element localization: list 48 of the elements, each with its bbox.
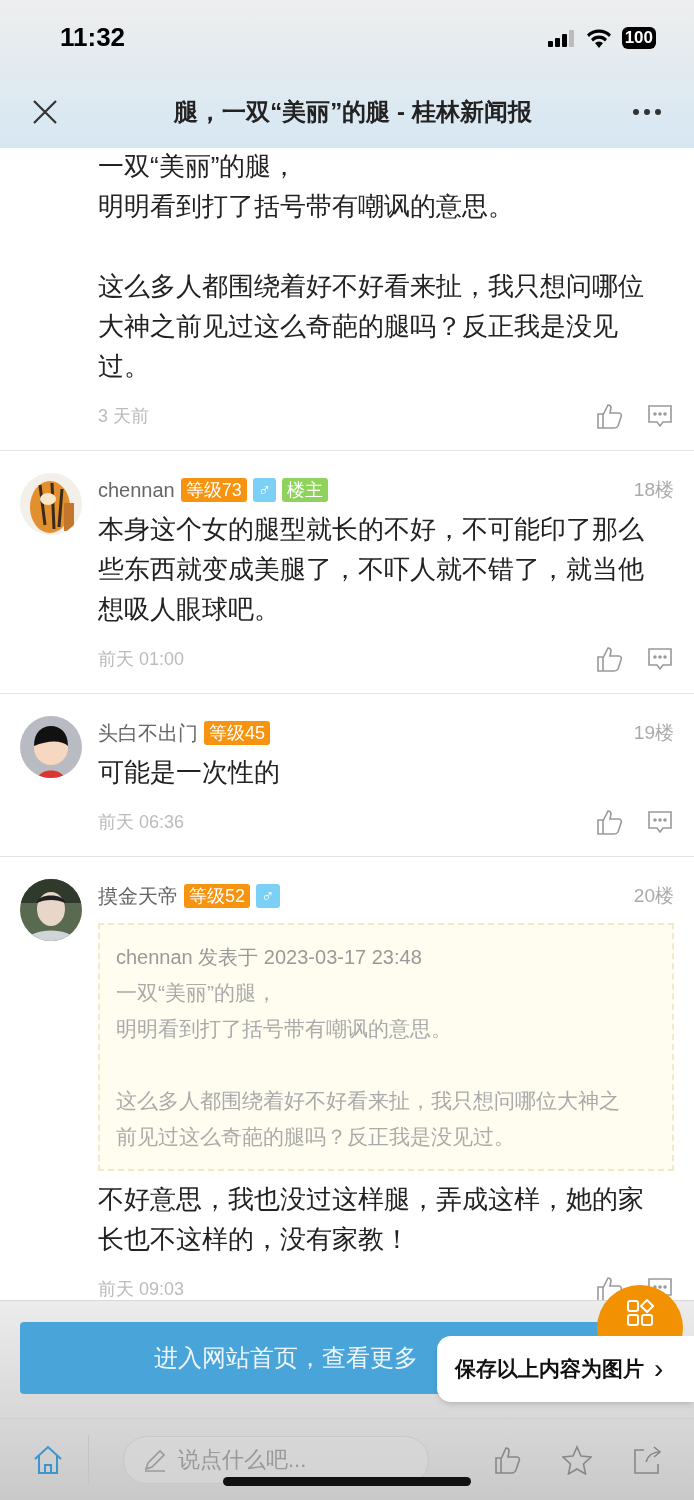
post-time: 前天 06:36: [98, 810, 185, 834]
battery-indicator: 100: [621, 26, 656, 49]
thumbs-up-icon[interactable]: [596, 402, 624, 430]
signal-icon: [547, 28, 576, 47]
author-name[interactable]: 头白不出门: [98, 718, 198, 748]
comment-text: 一双“美丽”的腿，: [98, 150, 299, 183]
save-as-image-popup[interactable]: 保存以上内容为图片 ›: [437, 1336, 694, 1402]
comment-text: 可能是一次性的: [98, 756, 281, 789]
floor-number: 18楼: [633, 477, 674, 502]
thumbs-up-icon[interactable]: [596, 645, 624, 673]
floor-number: 19楼: [633, 720, 674, 745]
comment-text: 明明看到打了括号带有嘲讽的意思。: [98, 190, 515, 223]
post-time: 前天 01:00: [98, 647, 185, 671]
popup-label: 保存以上内容为图片: [455, 1356, 644, 1383]
level-badge: 等级45: [204, 721, 271, 745]
quote-text: 明明看到打了括号带有嘲讽的意思。: [116, 1016, 453, 1042]
comment-icon[interactable]: [646, 808, 674, 836]
pencil-icon: [143, 1448, 167, 1472]
chevron-icon: ›: [654, 1348, 664, 1390]
comment-text: 这么多人都围绕着好不好看来扯，我只想问哪位大神之前见过这么奇葩的腿吗？反正我是没见过。: [98, 270, 645, 383]
star-icon[interactable]: [562, 1445, 592, 1475]
close-icon[interactable]: [32, 98, 58, 125]
comment-icon[interactable]: [646, 402, 674, 430]
thumbs-up-icon[interactable]: [494, 1445, 522, 1475]
wifi-icon: [585, 27, 612, 48]
page-title: 腿，一双“美丽”的腿 - 桂林新闻报: [174, 96, 532, 127]
comment-icon[interactable]: [646, 645, 674, 673]
quote-text: 一双“美丽”的腿，: [116, 980, 278, 1006]
post-time: 3 天前: [98, 404, 149, 428]
comment-text: 不好意思，我也没过这样腿，弄成这样，她的家长也不这样的，没有家教！: [98, 1183, 645, 1256]
quote-header: chennan 发表于 2023-03-17 23:48: [116, 945, 423, 970]
thumbs-up-icon[interactable]: [596, 808, 624, 836]
grid-icon: [626, 1299, 654, 1327]
comment-text: 本身这个女的腿型就长的不好，不可能印了那么些东西就变成美腿了，不吓人就不错了，就当他想吸人眼球吧。: [98, 513, 645, 626]
gender-badge: ♂: [256, 884, 280, 908]
quote-text: 这么多人都围绕着好不好看来扯，我只想问哪位大神之前见过这么奇葩的腿吗？反正我是没见过。: [116, 1088, 621, 1150]
more-icon[interactable]: [632, 107, 662, 116]
level-badge: 等级52: [184, 884, 251, 908]
level-badge: 等级73: [180, 478, 247, 502]
author-name[interactable]: 摸金天帝: [98, 881, 178, 911]
post-time: 前天 09:03: [98, 1277, 185, 1300]
floor-number: 20楼: [633, 883, 674, 908]
home-icon[interactable]: [32, 1444, 64, 1476]
status-time: 11:32: [60, 21, 126, 54]
author-name[interactable]: chennan: [98, 475, 175, 505]
owner-badge: 楼主: [282, 478, 329, 502]
share-icon[interactable]: [632, 1445, 662, 1475]
gender-badge: ♂: [252, 478, 277, 502]
